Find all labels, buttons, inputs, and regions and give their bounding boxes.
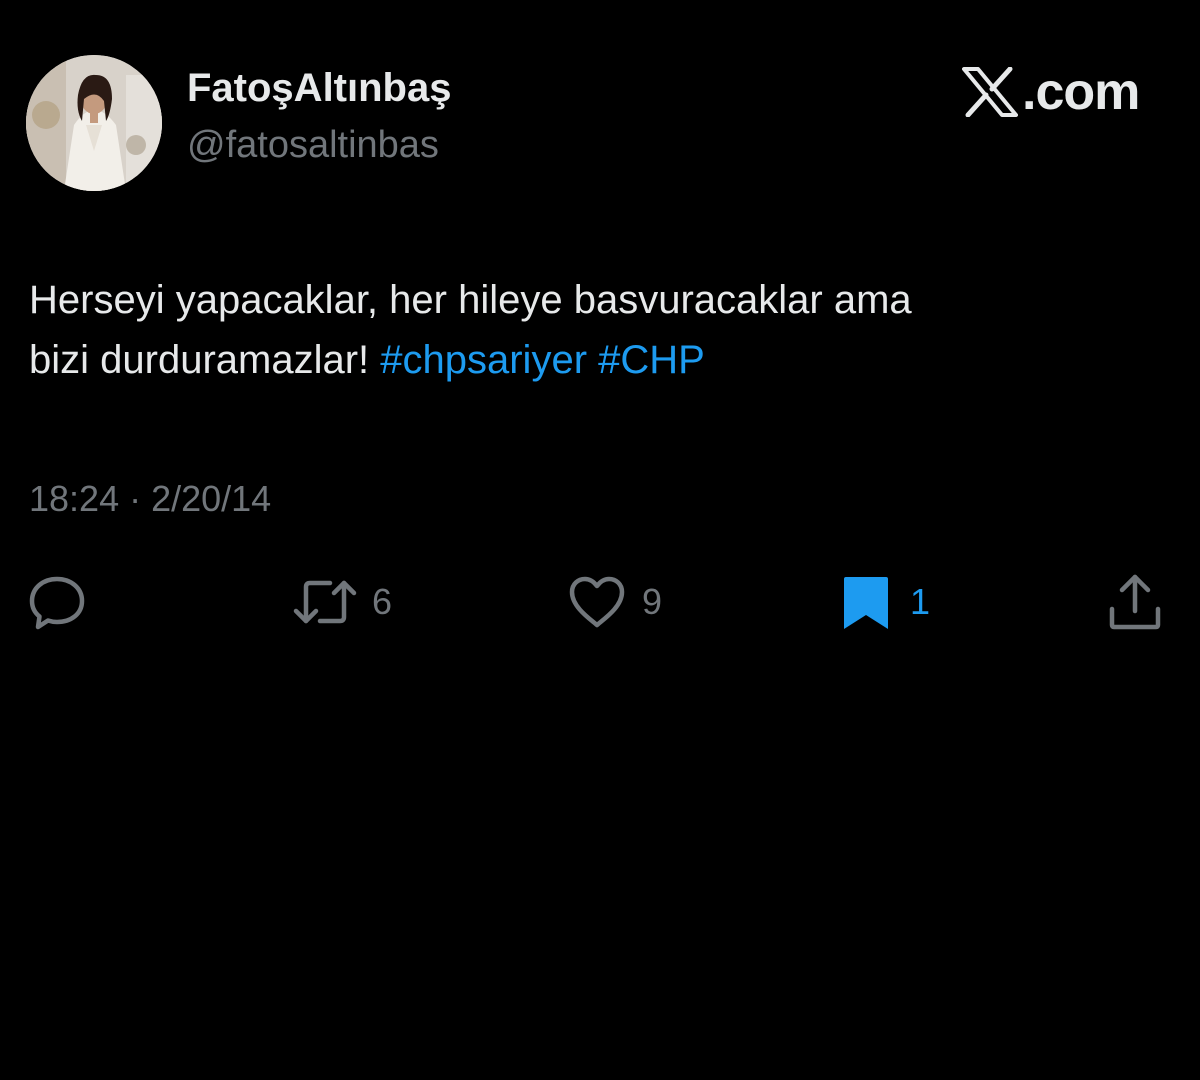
tweet-text: Herseyi yapacaklar, her hileye basvuraca… — [29, 270, 1179, 390]
bookmark-button[interactable]: 1 — [836, 570, 930, 634]
meta-separator: · — [119, 478, 152, 519]
reply-button[interactable] — [26, 570, 88, 634]
share-icon — [1109, 574, 1161, 630]
tweet-line-1: Herseyi yapacaklar, her hileye basvuraca… — [29, 278, 912, 322]
like-count: 9 — [642, 581, 663, 622]
tweet-actions-bar: 6 9 1 — [0, 570, 1200, 634]
tweet-date: 2/20/14 — [151, 478, 272, 519]
bookmark-count: 1 — [910, 581, 931, 622]
heart-icon — [569, 576, 625, 628]
retweet-icon — [293, 580, 357, 624]
brand-domain-text: .com — [1022, 63, 1140, 121]
reply-icon — [29, 576, 85, 630]
like-button[interactable]: 9 — [566, 570, 662, 634]
retweet-button[interactable]: 6 — [292, 570, 392, 634]
author-display-name[interactable]: FatoşAltınbaş — [187, 66, 451, 111]
hashtag-chp[interactable]: #CHP — [598, 338, 705, 382]
tweet-time: 18:24 — [29, 478, 120, 519]
hashtag-chpsariyer[interactable]: #chpsariyer — [380, 338, 587, 382]
x-brand: .com — [962, 62, 1140, 122]
share-button[interactable] — [1104, 570, 1166, 634]
tweet-line-2-text: bizi durduramazlar! — [29, 338, 381, 382]
author-handle[interactable]: @fatosaltinbas — [187, 124, 439, 167]
tweet-timestamp[interactable]: 18:24 · 2/20/14 — [29, 478, 271, 520]
retweet-count: 6 — [372, 581, 393, 622]
x-logo-icon — [962, 67, 1018, 117]
bookmark-icon — [844, 577, 888, 629]
tweet-line-2: bizi durduramazlar! #chpsariyer #CHP — [29, 330, 1179, 390]
avatar[interactable] — [26, 55, 162, 191]
